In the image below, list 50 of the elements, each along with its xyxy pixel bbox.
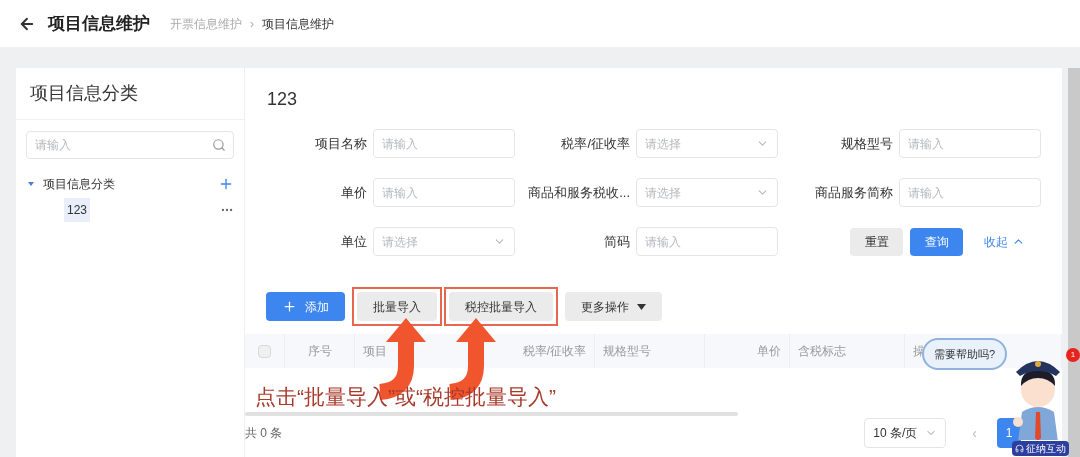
input-field[interactable]: 请输入	[899, 129, 1041, 158]
column-header: 序号	[307, 343, 332, 360]
section-title: 123	[267, 88, 299, 111]
field-label: 商品和服务税收...	[527, 183, 630, 202]
breadcrumb-item: 项目信息维护	[262, 15, 334, 33]
tree-item[interactable]: 123	[64, 198, 91, 222]
column-header: 税率/征收率	[522, 343, 587, 360]
page-title: 项目信息维护	[48, 12, 150, 35]
breadcrumb-separator: ›	[250, 15, 254, 33]
toolbar-button[interactable]: 添加	[266, 292, 345, 321]
breadcrumb-item[interactable]: 开票信息维护	[170, 14, 242, 33]
search-icon	[212, 138, 226, 152]
input-field[interactable]: 请输入	[899, 178, 1041, 207]
input-field[interactable]: 请输入	[373, 178, 515, 207]
query-button[interactable]: 查询	[910, 227, 963, 256]
prev-page-button[interactable]: ‹	[972, 422, 977, 444]
column-header: 规格型号	[602, 343, 651, 360]
input-field[interactable]: 请输入	[636, 227, 778, 256]
reset-button[interactable]: 重置	[850, 227, 903, 256]
field-label: 单位	[340, 232, 367, 251]
sidebar-title: 项目信息分类	[30, 82, 138, 105]
caret-down-icon	[637, 303, 646, 310]
help-label[interactable]: 征纳互动	[1012, 441, 1069, 456]
field-label: 简码	[603, 232, 630, 251]
field-label: 项目名称	[314, 134, 367, 153]
tree-item[interactable]: 项目信息分类	[16, 173, 244, 195]
select-field[interactable]: 请选择	[636, 178, 778, 207]
input-field[interactable]: 请输入	[373, 129, 515, 158]
toolbar-button[interactable]: 批量导入	[357, 292, 437, 321]
page-size-select[interactable]: 10 条/页	[864, 418, 947, 448]
field-label: 商品服务简称	[814, 183, 893, 202]
notification-badge: 1	[1066, 348, 1080, 362]
column-header: 含税标志	[797, 343, 846, 360]
field-label: 税率/征收率	[560, 134, 630, 153]
select-field[interactable]: 请选择	[636, 129, 778, 158]
total-count: 共 0 条	[245, 425, 283, 442]
speech-bubble: 需要帮助吗?	[922, 338, 1008, 370]
search-field[interactable]: 请输入	[26, 131, 234, 159]
add-icon[interactable]	[218, 176, 234, 192]
field-label: 单价	[340, 183, 367, 202]
headset-icon	[1015, 444, 1024, 453]
toolbar-button[interactable]: 税控批量导入	[449, 292, 553, 321]
select-field[interactable]: 请选择	[373, 227, 515, 256]
plus-icon	[282, 299, 297, 314]
checkbox[interactable]	[258, 344, 271, 358]
field-label: 规格型号	[840, 134, 893, 153]
column-header: 单价	[757, 343, 782, 360]
column-header: 项目	[362, 343, 387, 360]
toolbar-button[interactable]: 更多操作	[565, 292, 662, 321]
collapse-link[interactable]: 收起	[984, 232, 1025, 251]
